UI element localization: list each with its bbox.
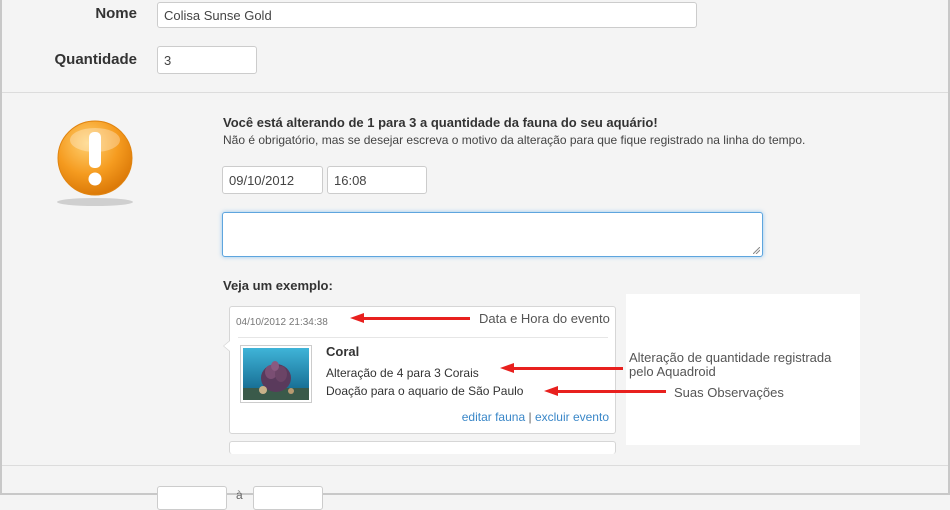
card-divider [238,337,608,338]
card-pointer-inner [224,341,230,351]
edit-fauna-link[interactable]: editar fauna [462,410,525,424]
section-divider [2,92,948,93]
event-observation-text: Doação para o aquario de São Paulo [326,384,524,398]
warning-icon [50,118,140,210]
example-heading: Veja um exemplo: [223,278,333,293]
bottom-start-input[interactable] [157,486,227,510]
event-change-text: Alteração de 4 para 3 Corais [326,366,479,380]
event-item-title: Coral [326,344,360,359]
note-textarea[interactable] [222,212,763,257]
arrow-datetime-head [350,313,364,323]
annotation-observations: Suas Observações [674,385,784,400]
bottom-divider [2,465,948,466]
coral-image-icon [243,348,309,400]
quantity-label: Quantidade [54,51,137,68]
event-actions: editar fauna | excluir evento [462,410,609,424]
coral-thumbnail [240,345,312,403]
annotation-quantity-line2: pelo Aquadroid [629,364,716,379]
annotation-quantity-line1: Alteração de quantidade registrada [629,350,832,365]
name-label: Nome [95,5,137,22]
warning-subtitle: Não é obrigatório, mas se desejar escrev… [223,133,806,147]
resize-handle-icon[interactable] [753,247,760,254]
quantity-input[interactable]: 3 [157,46,257,74]
name-input[interactable]: Colisa Sunse Gold [157,2,697,28]
delete-event-link[interactable]: excluir evento [535,410,609,424]
actions-separator: | [528,410,532,424]
time-input[interactable]: 16:08 [327,166,427,194]
timeline-event-card-next [229,441,616,454]
arrow-quantity-head [500,363,514,373]
bottom-end-input[interactable] [253,486,323,510]
date-input[interactable]: 09/10/2012 [222,166,323,194]
arrow-datetime-line [362,317,470,320]
arrow-observations-head [544,386,558,396]
event-timestamp: 04/10/2012 21:34:38 [236,317,328,328]
warning-title: Você está alterando de 1 para 3 a quanti… [223,115,658,130]
annotation-datetime: Data e Hora do evento [479,311,610,326]
arrow-quantity-line [513,367,623,370]
arrow-observations-line [556,390,666,393]
bottom-separator: à [236,488,243,502]
